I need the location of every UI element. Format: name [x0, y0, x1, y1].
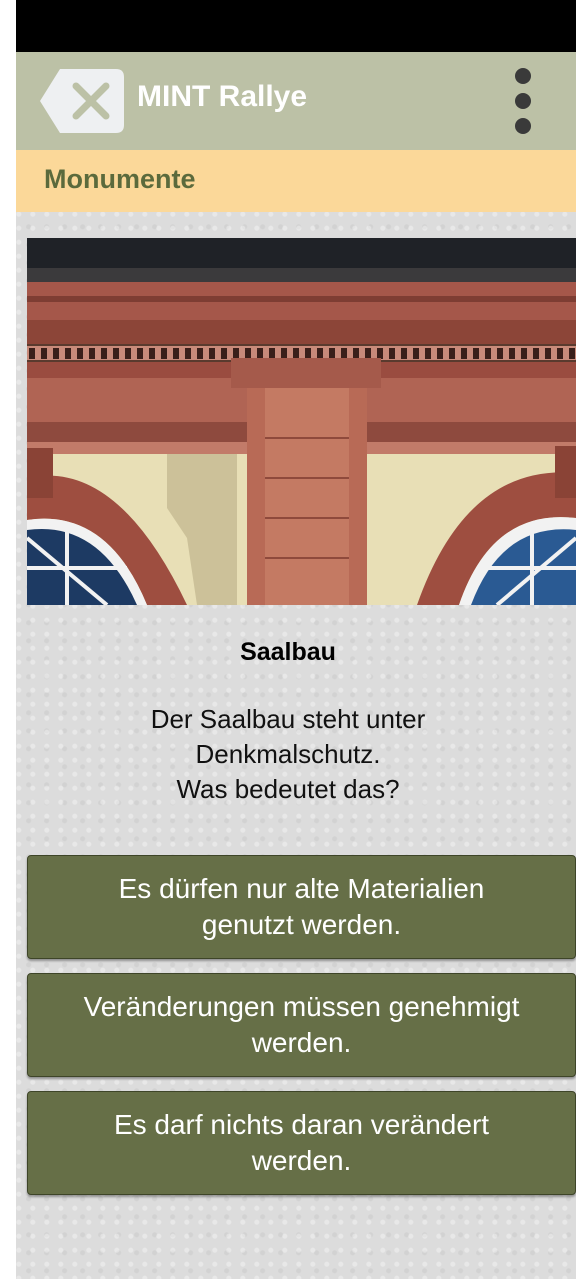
answer-label: Es darf nichts daran verändert [113, 1109, 490, 1140]
answer-label: werden. [251, 1145, 352, 1176]
question-line: Der Saalbau steht unter [150, 704, 426, 734]
more-vert-icon[interactable] [506, 68, 542, 134]
answer-button-1[interactable]: Es dürfen nur alte Materialien genutzt w… [27, 855, 576, 959]
question-title: Saalbau [240, 638, 336, 666]
close-icon [40, 69, 124, 133]
question-text: Der Saalbau steht unter Denkmalschutz. W… [16, 702, 576, 807]
status-bar [16, 0, 576, 52]
question-image [27, 238, 576, 605]
question-line: Was bedeutet das? [176, 774, 400, 804]
close-button[interactable] [40, 69, 124, 133]
section-title: Monumente [44, 164, 196, 194]
answer-label: genutzt werden. [201, 909, 402, 940]
answer-button-3[interactable]: Es darf nichts daran verändert werden. [27, 1091, 576, 1195]
toolbar: MINT Rallye [16, 52, 576, 150]
question-line: Denkmalschutz. [195, 739, 381, 769]
answer-label: werden. [251, 1027, 352, 1058]
section-header: Monumente [16, 150, 576, 212]
app-screen: MINT Rallye Monumente Saalbau Der Saalba… [16, 0, 576, 1279]
app-title: MINT Rallye [137, 80, 308, 113]
saalbau-photo [27, 238, 576, 605]
answer-label: Es dürfen nur alte Materialien [118, 873, 485, 904]
answer-label: Veränderungen müssen genehmigt [83, 991, 520, 1022]
answer-button-2[interactable]: Veränderungen müssen genehmigt werden. [27, 973, 576, 1077]
